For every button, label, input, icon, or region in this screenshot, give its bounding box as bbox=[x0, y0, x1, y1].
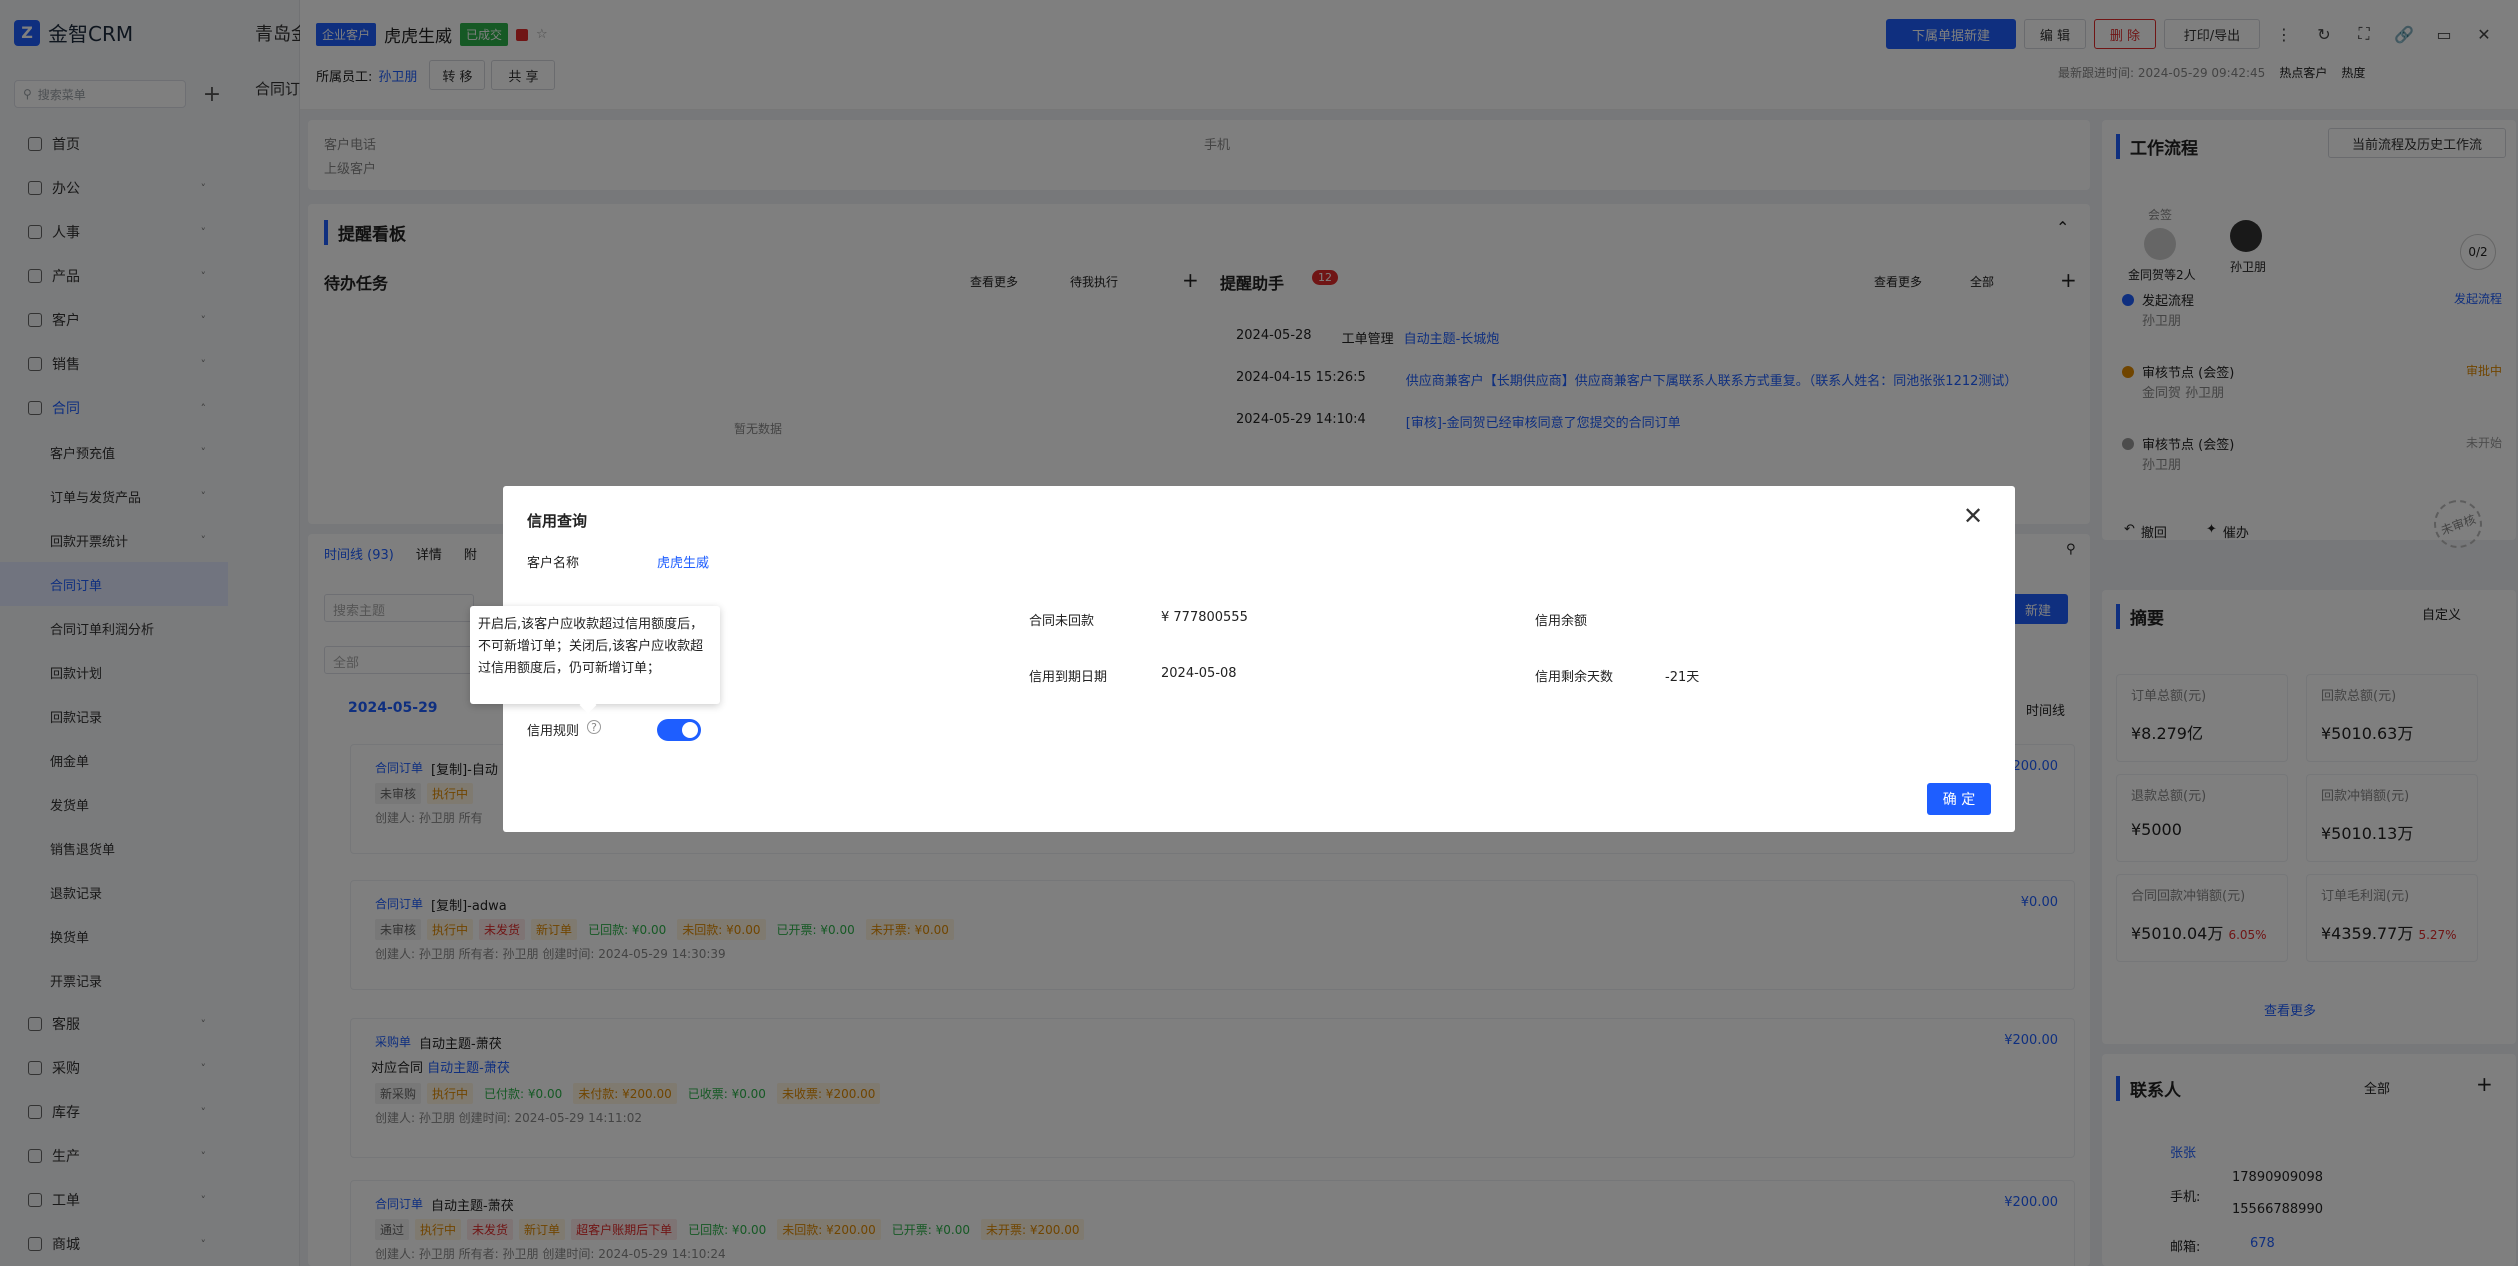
credit-rule-tooltip: 开启后,该客户应收款超过信用额度后，不可新增订单；关闭后,该客户应收款超过信用额… bbox=[470, 606, 720, 704]
credit-rule-label: 信用规则 bbox=[527, 724, 580, 739]
balance-label: 信用余额 bbox=[1535, 614, 1588, 629]
confirm-button[interactable]: 确 定 bbox=[1927, 783, 1991, 815]
remaining-days-value: -21天 bbox=[1665, 670, 1700, 685]
credit-rule-toggle[interactable] bbox=[657, 719, 701, 741]
due-date-value: 2024-05-08 bbox=[1161, 666, 1237, 681]
remaining-days-label: 信用剩余天数 bbox=[1535, 670, 1614, 685]
customer-name-label: 客户名称 bbox=[527, 556, 580, 571]
unpaid-value: ¥ 777800555 bbox=[1161, 610, 1248, 625]
due-date-label: 信用到期日期 bbox=[1029, 670, 1108, 685]
customer-name-link[interactable]: 虎虎生威 bbox=[657, 552, 709, 571]
credit-query-modal: 信用查询 ✕ 客户名称 虎虎生威 合同未回款 ¥ 777800555 信用余额 … bbox=[503, 486, 2015, 832]
help-icon[interactable]: ? bbox=[587, 720, 601, 734]
modal-title: 信用查询 bbox=[527, 512, 588, 530]
unpaid-label: 合同未回款 bbox=[1029, 614, 1095, 629]
toggle-knob bbox=[682, 722, 698, 738]
close-icon[interactable]: ✕ bbox=[1963, 502, 1983, 530]
